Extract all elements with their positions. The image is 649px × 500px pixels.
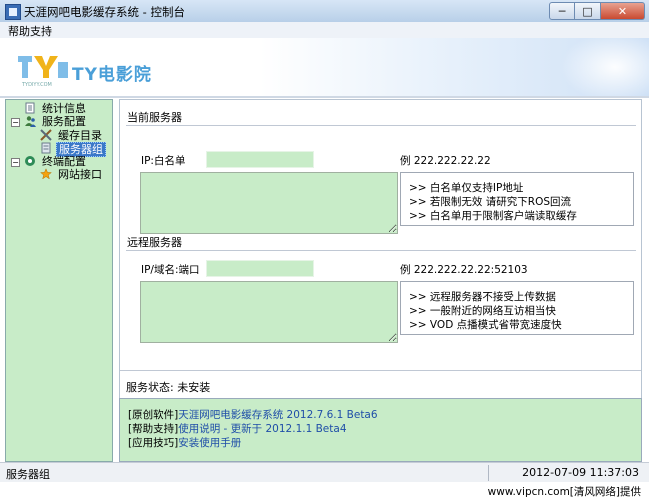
banner-glow [560, 38, 649, 96]
watermark-strip: www.vipcn.com[清风网络]提供 [0, 482, 649, 500]
status-bar-datetime: 2012-07-09 11:37:03 [522, 466, 639, 479]
current-server-example: 例 222.222.22.22 [400, 155, 491, 167]
remote-server-example: 例 222.222.22.22:52103 [400, 264, 528, 276]
tree-label-stats: 统计信息 [42, 102, 86, 115]
app-icon [5, 4, 21, 20]
section-divider [126, 250, 636, 252]
tree-expander-terminal[interactable]: − [11, 158, 20, 167]
remote-server-ip-label: IP/域名:端口 [141, 264, 200, 276]
log-key: [原创软件] [128, 409, 179, 421]
watermark-text: www.vipcn.com[清风网络]提供 [487, 486, 641, 498]
tree-label-terminal-config: 终端配置 [42, 155, 86, 168]
status-bar: 服务器组 2012-07-09 11:37:03 [0, 462, 649, 483]
log-link[interactable]: 安装使用手册 [178, 437, 241, 449]
terminal-icon [25, 156, 35, 166]
status-bar-divider [488, 465, 489, 481]
note-line: >> 白名单仅支持IP地址 [409, 182, 524, 194]
maximize-button[interactable]: □ [575, 2, 601, 20]
banner: TY电影院 TYDIYY.COM [0, 38, 649, 96]
menu-bar: 帮助支持 [0, 22, 649, 39]
current-server-whitelist-textarea[interactable] [140, 172, 398, 234]
menu-help[interactable]: 帮助支持 [8, 23, 52, 39]
document-icon [25, 102, 35, 114]
section-title-current-server: 当前服务器 [127, 111, 182, 124]
logo-text: TY电影院 [72, 65, 152, 85]
users-icon [25, 116, 36, 127]
title-bar[interactable]: 天涯网吧电影缓存系统 - 控制台 ─ □ ✕ [0, 0, 649, 23]
note-line: >> 远程服务器不接受上传数据 [409, 291, 556, 303]
note-line: >> 一般附近的网络互访相当快 [409, 305, 556, 317]
minimize-button[interactable]: ─ [549, 2, 575, 20]
nav-tree: 统计信息 − 服务配置 缓存目录 服务器组 − 终端配置 网站接口 [5, 99, 113, 462]
logo-subtext: TYDIYY.COM [22, 82, 52, 88]
log-line: [帮助支持]使用说明 - 更新于 2012.1.1 Beta4 [128, 421, 347, 436]
log-link[interactable]: 天涯网吧电影缓存系统 2012.7.6.1 Beta6 [178, 409, 377, 421]
remote-server-notes: >> 远程服务器不接受上传数据 >> 一般附近的网络互访相当快 >> VOD 点… [400, 281, 634, 335]
current-server-notes: >> 白名单仅支持IP地址 >> 若限制无效 请研究下ROS回流 >> 白名单用… [400, 172, 634, 226]
note-line: >> 白名单用于限制客户端读取缓存 [409, 210, 577, 222]
logo-icon [18, 56, 68, 78]
note-line: >> 若限制无效 请研究下ROS回流 [409, 196, 571, 208]
window-title: 天涯网吧电影缓存系统 - 控制台 [24, 5, 185, 19]
remote-server-list-textarea[interactable] [140, 281, 398, 343]
section-divider [120, 370, 641, 372]
tree-expander-service[interactable]: − [11, 118, 20, 127]
current-server-ip-input[interactable] [206, 151, 314, 168]
tree-label-web-interface: 网站接口 [58, 168, 102, 181]
star-icon [40, 168, 52, 180]
log-line: [原创软件]天涯网吧电影缓存系统 2012.7.6.1 Beta6 [128, 407, 378, 422]
log-link[interactable]: 使用说明 - 更新于 2012.1.1 Beta4 [178, 423, 346, 435]
server-icon [41, 142, 51, 154]
service-status: 服务状态: 未安装 [126, 381, 211, 394]
log-line: [应用技巧]安装使用手册 [128, 435, 241, 450]
tools-icon [40, 129, 52, 141]
close-button[interactable]: ✕ [601, 2, 645, 20]
info-log: [原创软件]天涯网吧电影缓存系统 2012.7.6.1 Beta6 [帮助支持]… [119, 398, 642, 462]
current-server-ip-label: IP:白名单 [141, 155, 186, 167]
status-bar-section: 服务器组 [6, 468, 50, 481]
section-title-remote-server: 远程服务器 [127, 236, 182, 249]
remote-server-ip-input[interactable] [206, 260, 314, 277]
window-controls: ─ □ ✕ [549, 2, 645, 20]
log-key: [应用技巧] [128, 437, 179, 449]
tree-label-cache-dir: 缓存目录 [58, 129, 102, 142]
section-divider [126, 125, 636, 127]
divider [0, 96, 649, 98]
tree-label-service-config: 服务配置 [42, 115, 86, 128]
note-line: >> VOD 点播模式省带宽速度快 [409, 319, 562, 331]
log-key: [帮助支持] [128, 423, 179, 435]
